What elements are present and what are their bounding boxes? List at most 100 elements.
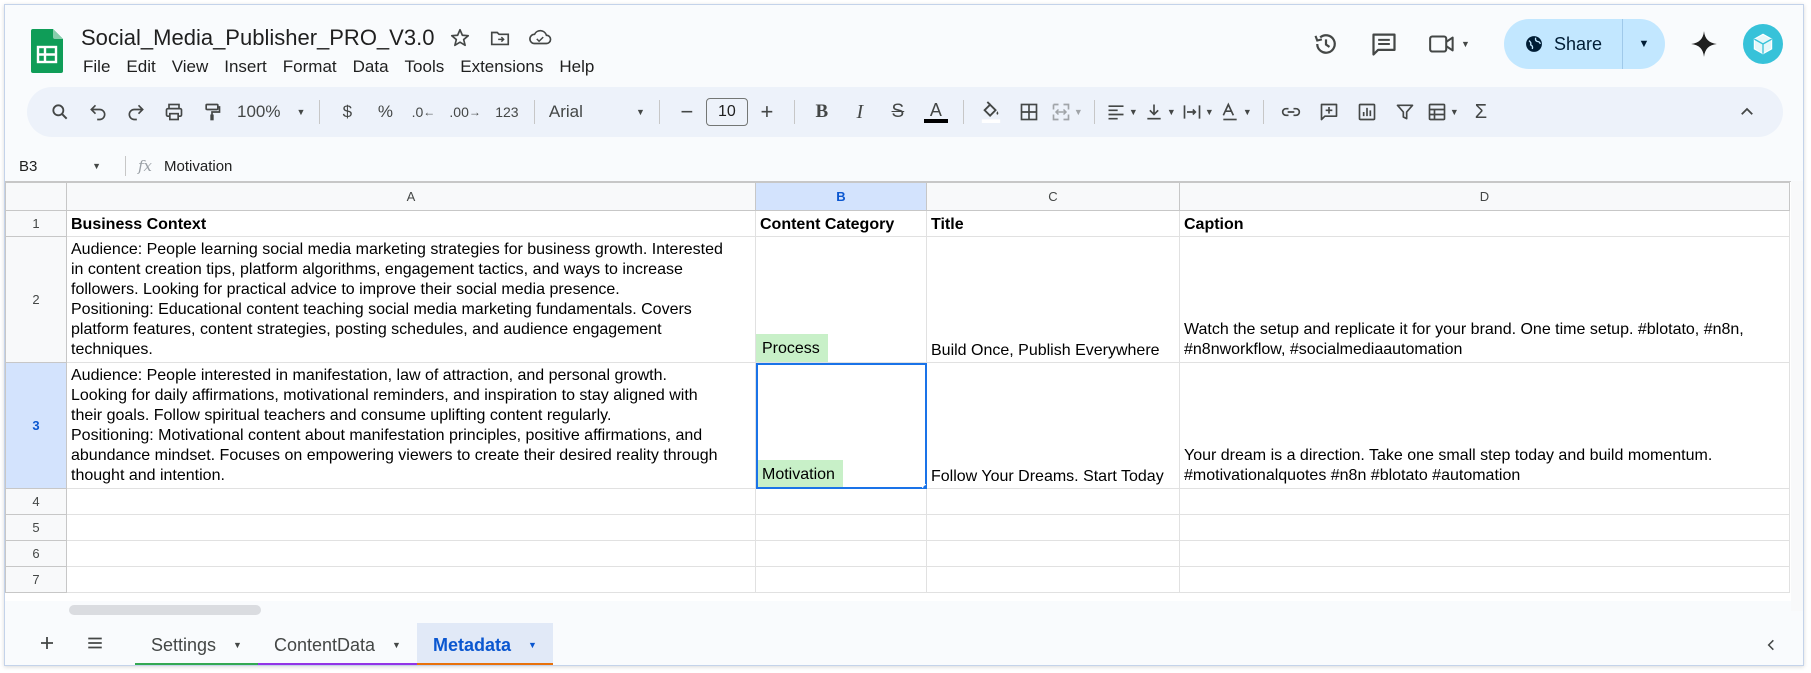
spreadsheet-grid[interactable]: A B C D 1 Business Context Content Categ… (5, 181, 1795, 601)
cell-a3[interactable]: Audience: People interested in manifesta… (66, 362, 756, 489)
vertical-align-icon[interactable]: ▼ (1144, 96, 1176, 128)
text-rotation-icon[interactable]: ▼ (1220, 96, 1252, 128)
chevron-down-icon[interactable]: ▼ (233, 640, 242, 650)
zoom-select[interactable]: 100% ▼ (231, 102, 311, 122)
row-header-2[interactable]: 2 (5, 236, 67, 363)
column-header-a[interactable]: A (66, 182, 756, 211)
merge-cells-icon[interactable]: ▼ (1051, 96, 1083, 128)
add-sheet-icon[interactable] (27, 623, 67, 663)
increase-font-size-button[interactable]: + (751, 96, 783, 128)
vertical-scrollbar[interactable] (1791, 181, 1803, 611)
functions-button[interactable]: Σ (1465, 96, 1497, 128)
decrease-decimal-button[interactable]: .0 ← (407, 96, 439, 128)
font-family-select[interactable]: Arial ▼ (543, 102, 651, 122)
insert-chart-icon[interactable] (1351, 96, 1383, 128)
meet-video-icon[interactable]: ▼ (1422, 24, 1476, 64)
share-button[interactable]: Share (1504, 19, 1623, 69)
print-icon[interactable] (158, 96, 190, 128)
menu-tools[interactable]: Tools (397, 55, 453, 79)
percent-format-button[interactable]: % (369, 96, 401, 128)
avatar[interactable] (1743, 24, 1783, 64)
menu-file[interactable]: File (83, 55, 118, 79)
cell-c1[interactable]: Title (926, 210, 1180, 237)
row-header-7[interactable]: 7 (5, 566, 67, 593)
more-formats-button[interactable]: 123 (491, 96, 523, 128)
chevron-down-icon[interactable]: ▼ (528, 640, 537, 650)
gemini-sparkle-icon[interactable] (1679, 19, 1729, 69)
cell-a5[interactable] (66, 514, 756, 541)
currency-format-button[interactable]: $ (331, 96, 363, 128)
increase-decimal-button[interactable]: .00 → (445, 96, 484, 128)
font-size-input[interactable]: 10 (705, 98, 748, 126)
cell-d4[interactable] (1179, 488, 1790, 515)
paint-format-icon[interactable] (196, 96, 228, 128)
fill-handle[interactable] (922, 484, 926, 488)
insert-link-icon[interactable] (1275, 96, 1307, 128)
text-color-button[interactable]: A (920, 96, 952, 128)
text-wrapping-icon[interactable]: ▼ (1182, 96, 1214, 128)
menu-help[interactable]: Help (551, 55, 602, 79)
select-all-corner[interactable] (5, 182, 67, 211)
cell-c6[interactable] (926, 540, 1180, 567)
undo-icon[interactable] (82, 96, 114, 128)
menu-view[interactable]: View (164, 55, 217, 79)
column-header-c[interactable]: C (926, 182, 1180, 211)
cell-c4[interactable] (926, 488, 1180, 515)
cell-b6[interactable] (755, 540, 927, 567)
row-header-1[interactable]: 1 (5, 210, 67, 237)
sheet-tab-metadata[interactable]: Metadata ▼ (416, 623, 553, 665)
filter-views-icon[interactable]: ▼ (1427, 96, 1459, 128)
bold-button[interactable]: B (806, 96, 838, 128)
collapse-sidebar-icon[interactable] (1759, 633, 1783, 657)
italic-button[interactable]: I (844, 96, 876, 128)
cell-a4[interactable] (66, 488, 756, 515)
cell-a1[interactable]: Business Context (66, 210, 756, 237)
star-icon[interactable] (447, 25, 473, 51)
share-dropdown-button[interactable]: ▼ (1623, 19, 1665, 69)
cell-c7[interactable] (926, 566, 1180, 593)
cell-d5[interactable] (1179, 514, 1790, 541)
sheet-tab-contentdata[interactable]: ContentData ▼ (257, 623, 417, 665)
cell-c3[interactable]: Follow Your Dreams. Start Today (926, 362, 1180, 489)
menu-insert[interactable]: Insert (216, 55, 275, 79)
meet-caret-icon[interactable]: ▼ (1461, 39, 1470, 49)
row-header-6[interactable]: 6 (5, 540, 67, 567)
formula-input[interactable]: Motivation (164, 158, 232, 175)
cell-c2[interactable]: Build Once, Publish Everywhere (926, 236, 1180, 363)
cell-b2[interactable]: Process (755, 236, 927, 363)
column-header-d[interactable]: D (1179, 182, 1790, 211)
menu-extensions[interactable]: Extensions (452, 55, 551, 79)
insert-comment-icon[interactable] (1313, 96, 1345, 128)
cell-a2[interactable]: Audience: People learning social media m… (66, 236, 756, 363)
sheet-tab-settings[interactable]: Settings ▼ (135, 623, 258, 665)
document-title[interactable]: Social_Media_Publisher_PRO_V3.0 (81, 25, 434, 51)
search-menus-icon[interactable] (44, 96, 76, 128)
column-header-b[interactable]: B (755, 182, 927, 211)
row-header-3[interactable]: 3 (5, 362, 67, 489)
cell-c5[interactable] (926, 514, 1180, 541)
sheets-logo-icon[interactable] (31, 29, 63, 73)
cell-d7[interactable] (1179, 566, 1790, 593)
all-sheets-icon[interactable] (75, 623, 115, 663)
cell-d3[interactable]: Your dream is a direction. Take one smal… (1179, 362, 1790, 489)
menu-format[interactable]: Format (275, 55, 345, 79)
cell-d1[interactable]: Caption (1179, 210, 1790, 237)
comments-icon[interactable] (1364, 24, 1404, 64)
cell-a7[interactable] (66, 566, 756, 593)
cell-b7[interactable] (755, 566, 927, 593)
menu-edit[interactable]: Edit (118, 55, 163, 79)
decrease-font-size-button[interactable]: − (671, 96, 703, 128)
horizontal-scrollbar-thumb[interactable] (69, 605, 261, 615)
name-box[interactable]: B3 ▼ (5, 158, 113, 175)
move-to-folder-icon[interactable] (487, 25, 513, 51)
cell-d6[interactable] (1179, 540, 1790, 567)
collapse-menus-icon[interactable] (1731, 96, 1763, 128)
row-header-5[interactable]: 5 (5, 514, 67, 541)
borders-icon[interactable] (1013, 96, 1045, 128)
menu-data[interactable]: Data (345, 55, 397, 79)
strikethrough-button[interactable]: S (882, 96, 914, 128)
cell-b5[interactable] (755, 514, 927, 541)
row-header-4[interactable]: 4 (5, 488, 67, 515)
cell-a6[interactable] (66, 540, 756, 567)
cell-d2[interactable]: Watch the setup and replicate it for you… (1179, 236, 1790, 363)
